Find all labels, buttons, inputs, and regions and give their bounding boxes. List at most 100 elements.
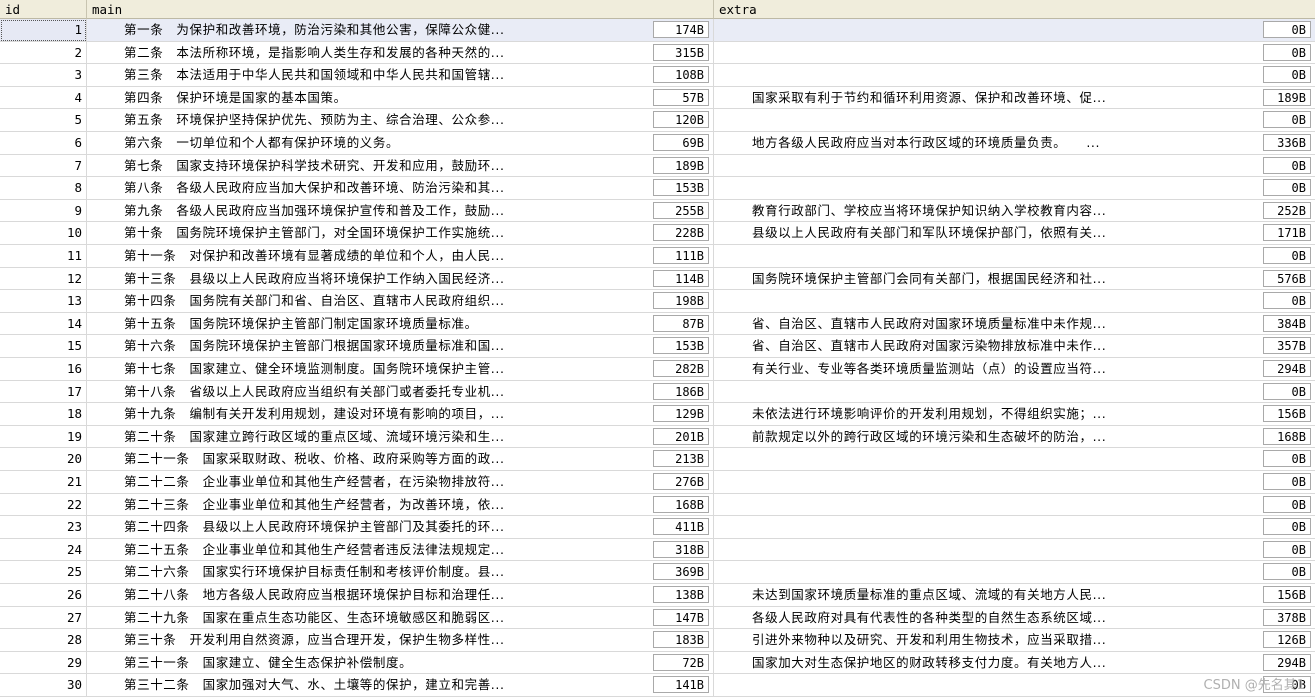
table-row[interactable]: 17 第十八条 省级以上人民政府应当组织有关部门或者委托专业机... 186B 0B <box>0 380 1315 404</box>
cell-extra-size-badge[interactable]: 156B <box>1263 405 1311 423</box>
cell-main-size-badge[interactable]: 108B <box>653 66 709 84</box>
cell-id[interactable]: 2 <box>0 41 87 65</box>
cell-main[interactable]: 第十六条 国务院环境保护主管部门根据国家环境质量标准和国... 153B <box>87 335 714 358</box>
cell-main[interactable]: 第二十五条 企业事业单位和其他生产经营者违反法律法规规定... 318B <box>87 538 714 562</box>
cell-main[interactable]: 第十八条 省级以上人民政府应当组织有关部门或者委托专业机... 186B <box>87 380 714 404</box>
cell-extra[interactable]: 0B <box>714 155 1315 178</box>
cell-extra[interactable]: 县级以上人民政府有关部门和军队环境保护部门，依照有关... 171B <box>714 222 1315 245</box>
cell-main-size-badge[interactable]: 318B <box>653 540 709 558</box>
cell-main-size-badge[interactable]: 147B <box>653 608 709 626</box>
cell-extra-size-badge[interactable]: 252B <box>1263 201 1311 219</box>
cell-main[interactable]: 第五条 环境保护坚持保护优先、预防为主、综合治理、公众参... 120B <box>87 109 714 132</box>
cell-main-size-badge[interactable]: 168B <box>653 495 709 513</box>
cell-main-size-badge[interactable]: 201B <box>653 427 709 445</box>
cell-id[interactable]: 23 <box>0 516 87 539</box>
cell-id[interactable]: 8 <box>0 177 87 200</box>
cell-extra[interactable]: 教育行政部门、学校应当将环境保护知识纳入学校教育内容... 252B <box>714 200 1315 223</box>
cell-extra[interactable]: 0B <box>714 539 1315 562</box>
cell-id[interactable]: 1 <box>0 19 87 42</box>
cell-main[interactable]: 第四条 保护环境是国家的基本国策。 57B <box>87 86 714 110</box>
cell-main[interactable]: 第八条 各级人民政府应当加大保护和改善环境、防治污染和其... 153B <box>87 177 714 200</box>
table-row[interactable]: 19 第二十条 国家建立跨行政区域的重点区域、流域环境污染和生... 201B 前款规… <box>0 425 1315 449</box>
table-row[interactable]: 8 第八条 各级人民政府应当加大保护和改善环境、防治污染和其... 153B 0B <box>0 177 1315 200</box>
cell-main[interactable]: 第六条 一切单位和个人都有保护环境的义务。 69B <box>87 132 714 155</box>
table-row[interactable]: 24 第二十五条 企业事业单位和其他生产经营者违反法律法规规定... 318B 0B <box>0 538 1315 562</box>
table-row[interactable]: 12 第十三条 县级以上人民政府应当将环境保护工作纳入国民经济... 114B 国务院… <box>0 267 1315 291</box>
cell-main[interactable]: 第三十一条 国家建立、健全生态保护补偿制度。 72B <box>87 651 714 675</box>
cell-extra-size-badge[interactable]: 357B <box>1263 337 1311 355</box>
cell-id[interactable]: 3 <box>0 64 87 87</box>
cell-extra-size-badge[interactable]: 0B <box>1263 247 1311 264</box>
cell-main[interactable]: 第七条 国家支持环境保护科学技术研究、开发和应用，鼓励环... 189B <box>87 154 714 178</box>
cell-extra[interactable]: 省、自治区、直辖市人民政府对国家环境质量标准中未作规... 384B <box>714 313 1315 336</box>
table-row[interactable]: 14 第十五条 国务院环境保护主管部门制定国家环境质量标准。 87B 省、自治区、直辖… <box>0 312 1315 336</box>
cell-extra-size-badge[interactable]: 0B <box>1263 43 1311 61</box>
cell-extra-size-badge[interactable]: 0B <box>1263 473 1311 490</box>
cell-id[interactable]: 14 <box>0 312 87 336</box>
cell-id[interactable]: 7 <box>0 154 87 178</box>
table-row[interactable]: 16 第十七条 国家建立、健全环境监测制度。国务院环境保护主管... 282B 有关行… <box>0 358 1315 381</box>
cell-extra[interactable]: 国务院环境保护主管部门会同有关部门，根据国民经济和社... 576B <box>714 268 1315 291</box>
cell-main-size-badge[interactable]: 153B <box>653 179 709 197</box>
cell-id[interactable]: 10 <box>0 222 87 245</box>
cell-id[interactable]: 22 <box>0 493 87 517</box>
cell-extra-size-badge[interactable]: 0B <box>1263 495 1311 513</box>
cell-extra-size-badge[interactable]: 0B <box>1263 540 1311 558</box>
cell-main[interactable]: 第三条 本法适用于中华人民共和国领域和中华人民共和国管辖... 108B <box>87 64 714 87</box>
cell-main-size-badge[interactable]: 255B <box>653 201 709 219</box>
cell-main-size-badge[interactable]: 57B <box>653 88 709 106</box>
cell-main-size-badge[interactable]: 153B <box>653 337 709 355</box>
cell-extra[interactable]: 0B <box>714 448 1315 471</box>
cell-main-size-badge[interactable]: 87B <box>653 314 709 332</box>
cell-extra[interactable]: 0B <box>714 494 1315 517</box>
cell-extra[interactable]: 0B <box>714 561 1315 584</box>
table-row[interactable]: 9 第九条 各级人民政府应当加强环境保护宣传和普及工作，鼓励... 255B 教育行政… <box>0 199 1315 223</box>
cell-extra-size-badge[interactable]: 378B <box>1263 608 1311 626</box>
cell-main-size-badge[interactable]: 141B <box>653 676 709 694</box>
cell-extra-size-badge[interactable]: 0B <box>1263 450 1311 468</box>
cell-id[interactable]: 20 <box>0 448 87 471</box>
cell-extra-size-badge[interactable]: 576B <box>1263 269 1311 287</box>
cell-id[interactable]: 18 <box>0 403 87 426</box>
cell-id[interactable]: 30 <box>0 674 87 697</box>
cell-extra-size-badge[interactable]: 171B <box>1263 224 1311 242</box>
cell-extra[interactable]: 省、自治区、直辖市人民政府对国家污染物排放标准中未作... 357B <box>714 335 1315 358</box>
cell-main-size-badge[interactable]: 228B <box>653 224 709 242</box>
cell-id[interactable]: 5 <box>0 109 87 132</box>
table-row[interactable]: 29 第三十一条 国家建立、健全生态保护补偿制度。 72B 国家加大对生态保护地区的财… <box>0 651 1315 675</box>
cell-main[interactable]: 第二十条 国家建立跨行政区域的重点区域、流域环境污染和生... 201B <box>87 425 714 449</box>
cell-extra[interactable]: 0B <box>714 290 1315 313</box>
cell-main-size-badge[interactable]: 69B <box>653 134 709 151</box>
cell-id[interactable]: 12 <box>0 267 87 291</box>
cell-extra[interactable]: 引进外来物种以及研究、开发和利用生物技术，应当采取措... 126B <box>714 629 1315 652</box>
cell-main-size-badge[interactable]: 213B <box>653 450 709 468</box>
cell-extra[interactable]: 0B <box>714 516 1315 539</box>
cell-extra-size-badge[interactable]: 189B <box>1263 88 1311 106</box>
table-row[interactable]: 13 第十四条 国务院有关部门和省、自治区、直辖市人民政府组织... 198B 0B <box>0 290 1315 313</box>
cell-id[interactable]: 24 <box>0 538 87 562</box>
cell-extra[interactable]: 前款规定以外的跨行政区域的环境污染和生态破坏的防治，... 168B <box>714 426 1315 449</box>
cell-main[interactable]: 第二十九条 国家在重点生态功能区、生态环境敏感区和脆弱区... 147B <box>87 606 714 630</box>
cell-extra[interactable]: 0B <box>714 109 1315 132</box>
table-row[interactable]: 26 第二十八条 地方各级人民政府应当根据环境保护目标和治理任... 138B 未达到… <box>0 584 1315 607</box>
cell-extra-size-badge[interactable]: 0B <box>1263 563 1311 581</box>
cell-extra-size-badge[interactable]: 0B <box>1263 518 1311 536</box>
cell-id[interactable]: 26 <box>0 584 87 607</box>
cell-extra[interactable]: 0B <box>714 381 1315 404</box>
cell-main[interactable]: 第二十四条 县级以上人民政府环境保护主管部门及其委托的环... 411B <box>87 516 714 539</box>
cell-main[interactable]: 第十一条 对保护和改善环境有显著成绩的单位和个人，由人民... 111B <box>87 245 714 268</box>
cell-extra-size-badge[interactable]: 0B <box>1263 179 1311 197</box>
table-row[interactable]: 27 第二十九条 国家在重点生态功能区、生态环境敏感区和脆弱区... 147B 各级人… <box>0 606 1315 630</box>
table-row[interactable]: 1 第一条 为保护和改善环境，防治污染和其他公害，保障公众健... 174B 0B <box>0 19 1315 42</box>
table-row[interactable]: 4 第四条 保护环境是国家的基本国策。 57B 国家采取有利于节约和循环利用资源、保护… <box>0 86 1315 110</box>
column-header-id[interactable]: id <box>0 0 87 19</box>
cell-main-size-badge[interactable]: 369B <box>653 563 709 581</box>
cell-extra[interactable]: 未达到国家环境质量标准的重点区域、流域的有关地方人民... 156B <box>714 584 1315 607</box>
table-row[interactable]: 21 第二十二条 企业事业单位和其他生产经营者，在污染物排放符... 276B 0B <box>0 471 1315 494</box>
cell-main[interactable]: 第二十三条 企业事业单位和其他生产经营者，为改善环境，依... 168B <box>87 493 714 517</box>
cell-main[interactable]: 第二十六条 国家实行环境保护目标责任制和考核评价制度。县... 369B <box>87 561 714 584</box>
cell-extra-size-badge[interactable]: 0B <box>1263 156 1311 174</box>
cell-main[interactable]: 第十九条 编制有关开发利用规划，建设对环境有影响的项目，... 129B <box>87 403 714 426</box>
cell-main[interactable]: 第十四条 国务院有关部门和省、自治区、直辖市人民政府组织... 198B <box>87 290 714 313</box>
cell-main-size-badge[interactable]: 183B <box>653 631 709 649</box>
